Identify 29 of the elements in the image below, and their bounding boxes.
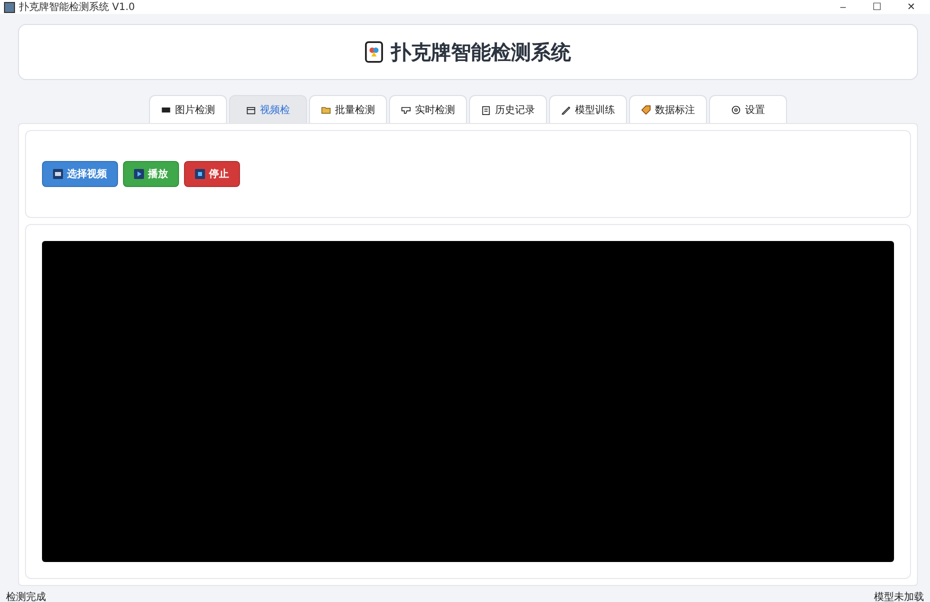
window-title: 扑克牌智能检测系统 V1.0 xyxy=(19,0,135,14)
clipboard-icon xyxy=(481,104,491,114)
window-icon xyxy=(246,104,256,114)
select-button[interactable]: 选择视频 xyxy=(42,161,118,187)
tab[interactable]: 模型训练 xyxy=(549,95,627,123)
stop-button[interactable]: 停止 xyxy=(184,161,240,187)
minimize-button[interactable]: – xyxy=(828,2,858,12)
gear-icon xyxy=(731,104,741,114)
tab[interactable]: 数据标注 xyxy=(629,95,707,123)
maximize-button[interactable]: ☐ xyxy=(862,1,892,13)
stop-icon xyxy=(195,169,205,179)
tab[interactable]: 图片检测 xyxy=(149,95,227,123)
tab[interactable]: 批量检测 xyxy=(309,95,387,123)
tag-icon xyxy=(641,104,651,114)
play-icon xyxy=(134,169,144,179)
status-text: 检测完成 xyxy=(6,590,46,602)
image-icon xyxy=(53,169,63,179)
tab[interactable]: 实时检测 xyxy=(389,95,467,123)
app-title: 扑克牌智能检测系统 xyxy=(391,38,571,66)
model-status-text: 模型未加载 xyxy=(874,590,924,602)
close-button[interactable]: ✕ xyxy=(896,1,926,13)
folder-icon xyxy=(321,104,331,114)
image-icon xyxy=(161,104,171,114)
tab[interactable]: 设置 xyxy=(709,95,787,123)
playing-card-icon xyxy=(365,40,383,64)
pencil-icon xyxy=(561,104,571,114)
tab[interactable]: 视频检 xyxy=(229,95,307,123)
app-icon xyxy=(4,2,15,12)
tab[interactable]: 历史记录 xyxy=(469,95,547,123)
